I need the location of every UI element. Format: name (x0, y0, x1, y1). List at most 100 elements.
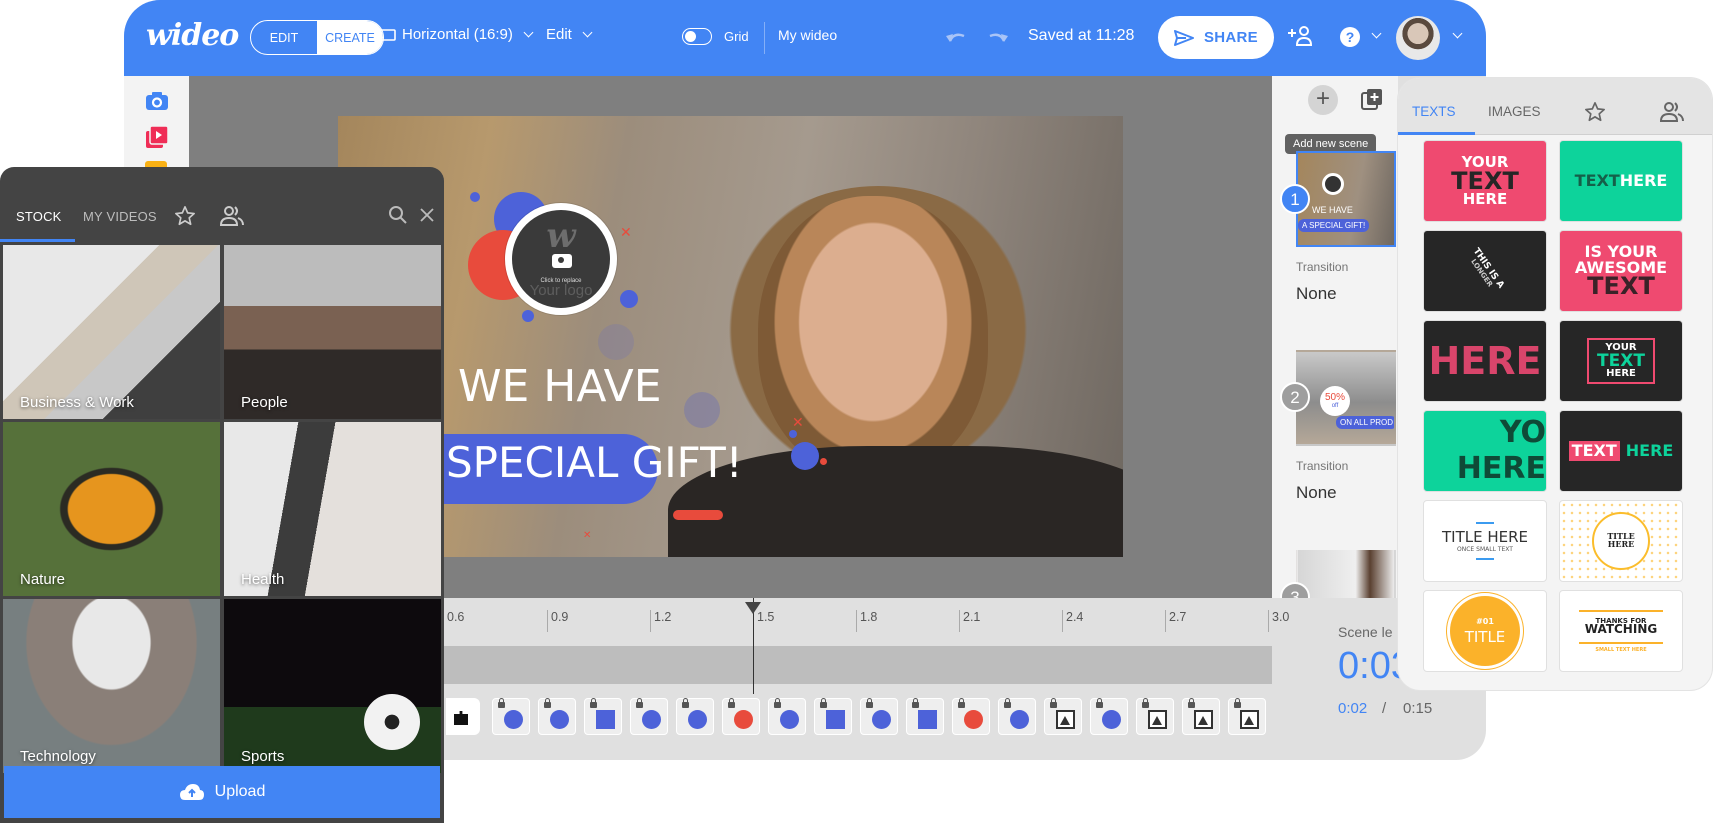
text-template[interactable]: TITLE HERE (1559, 500, 1683, 582)
scene-thumbnail-1[interactable]: WE HAVE A SPECIAL GIFT! (1296, 151, 1396, 247)
timeline-layer[interactable] (1228, 698, 1266, 735)
lock-icon[interactable] (820, 698, 827, 708)
mode-create-button[interactable]: CREATE (317, 21, 383, 54)
help-chevron-icon[interactable] (1371, 28, 1382, 39)
timeline-layer[interactable] (630, 698, 668, 735)
lock-icon[interactable] (774, 698, 781, 708)
grid-label: Grid (724, 29, 749, 44)
text-template[interactable]: HERE (1423, 320, 1547, 402)
account-chevron-icon[interactable] (1452, 28, 1463, 39)
project-name[interactable]: My wideo (778, 27, 837, 43)
text-template[interactable]: TITLE HERE ONCE SMALL TEXT (1423, 500, 1547, 582)
lock-icon[interactable] (1050, 698, 1057, 708)
lock-icon[interactable] (498, 698, 505, 708)
lock-icon[interactable] (1142, 698, 1149, 708)
timeline-layer[interactable] (998, 698, 1036, 735)
category-health[interactable]: Health (224, 422, 441, 596)
timeline-layer[interactable] (814, 698, 852, 735)
timeline-layer[interactable] (1090, 698, 1128, 735)
timeline-layer[interactable] (906, 698, 944, 735)
mode-edit-button[interactable]: EDIT (251, 21, 317, 54)
category-technology[interactable]: Technology (3, 599, 220, 773)
text-template[interactable]: YOUR TEXT HERE (1423, 140, 1547, 222)
timeline-layer[interactable] (1182, 698, 1220, 735)
timeline-layer[interactable] (492, 698, 530, 735)
lock-icon[interactable] (682, 698, 689, 708)
lock-icon[interactable] (912, 698, 919, 708)
playhead-handle[interactable] (745, 602, 761, 614)
star-icon[interactable] (1584, 101, 1606, 123)
tab-stock[interactable]: STOCK (16, 209, 62, 224)
scene-thumbnail-2[interactable]: 50% off ON ALL PROD (1296, 350, 1396, 446)
clapperboard-icon[interactable] (446, 698, 480, 735)
timeline-layer[interactable] (722, 698, 760, 735)
text-templates-panel: TEXTS IMAGES YOUR TEXT HERE TEXT HERE TH… (1398, 78, 1712, 690)
lock-icon[interactable] (958, 698, 965, 708)
lock-icon[interactable] (866, 698, 873, 708)
shared-users-icon[interactable] (220, 205, 244, 227)
text-template[interactable]: TEXT HERE (1559, 140, 1683, 222)
share-button[interactable]: SHARE (1158, 16, 1274, 59)
transition-value[interactable]: None (1296, 284, 1337, 304)
search-icon[interactable] (388, 205, 408, 225)
lock-icon[interactable] (1096, 698, 1103, 708)
timeline-layer[interactable] (952, 698, 990, 735)
timeline-layer[interactable] (1044, 698, 1082, 735)
wideo-logo[interactable]: wideo (146, 18, 239, 53)
template-line: TEXT (1574, 171, 1620, 191)
edit-menu[interactable]: Edit (546, 26, 593, 43)
category-nature[interactable]: Nature (3, 422, 220, 596)
headline-text[interactable]: WE HAVE (458, 361, 662, 412)
video-library-icon[interactable] (145, 125, 169, 149)
timeline-layer[interactable] (1136, 698, 1174, 735)
divider (764, 22, 765, 54)
scene-thumbnail-3[interactable] (1296, 550, 1396, 598)
camera-icon[interactable] (145, 91, 169, 111)
shared-users-icon[interactable] (1660, 101, 1684, 123)
undo-icon[interactable] (944, 28, 970, 46)
timeline-layer[interactable] (860, 698, 898, 735)
tab-texts[interactable]: TEXTS (1412, 104, 1456, 119)
lock-icon[interactable] (728, 698, 735, 708)
lock-icon[interactable] (1188, 698, 1195, 708)
text-template[interactable]: YOUR TEXT HERE (1559, 320, 1683, 402)
timeline-layer[interactable] (584, 698, 622, 735)
text-template[interactable]: THANKS FOR WATCHING SMALL TEXT HERE (1559, 590, 1683, 672)
timeline-layer[interactable] (768, 698, 806, 735)
close-icon[interactable] (420, 208, 434, 222)
text-template[interactable]: THIS IS A LONGER (1423, 230, 1547, 312)
upload-button[interactable]: Upload (4, 766, 440, 818)
text-template[interactable]: IS YOUR AWESOME TEXT (1559, 230, 1683, 312)
category-people[interactable]: People (224, 245, 441, 419)
add-collaborator-icon[interactable] (1287, 25, 1313, 47)
add-scene-button[interactable]: + (1308, 85, 1338, 115)
timeline-track[interactable] (444, 646, 1272, 684)
lock-icon[interactable] (1004, 698, 1011, 708)
redo-icon[interactable] (984, 28, 1010, 46)
lock-icon[interactable] (636, 698, 643, 708)
duplicate-scene-icon[interactable] (1360, 87, 1384, 111)
camera-icon (552, 254, 572, 268)
logo-placeholder[interactable]: w Your logo Click to replace (505, 203, 617, 315)
text-template[interactable]: YO HERE (1423, 410, 1547, 492)
subheadline-text[interactable]: SPECIAL GIFT! (446, 438, 743, 487)
star-icon[interactable] (174, 205, 196, 227)
scene-canvas[interactable]: ✕ ✕ ✕ w Your logo Click to replace WE HA… (338, 116, 1123, 557)
grid-toggle[interactable]: Grid (682, 28, 749, 45)
text-template[interactable]: TEXT HERE (1559, 410, 1683, 492)
user-avatar[interactable] (1396, 16, 1440, 60)
help-icon[interactable]: ? (1340, 27, 1360, 47)
tab-my-videos[interactable]: MY VIDEOS (83, 209, 157, 224)
lock-icon[interactable] (544, 698, 551, 708)
lock-icon[interactable] (590, 698, 597, 708)
category-sports[interactable]: Sports (224, 599, 441, 773)
format-dropdown[interactable]: Horizontal (16:9) (378, 26, 534, 43)
category-business-work[interactable]: Business & Work (3, 245, 220, 419)
timeline-layer[interactable] (538, 698, 576, 735)
timeline-layer[interactable] (676, 698, 714, 735)
lock-icon[interactable] (1234, 698, 1241, 708)
transition-value[interactable]: None (1296, 483, 1337, 503)
tab-images[interactable]: IMAGES (1488, 104, 1541, 119)
text-template[interactable]: #01 TITLE (1423, 590, 1547, 672)
grid-switch[interactable] (682, 28, 712, 45)
